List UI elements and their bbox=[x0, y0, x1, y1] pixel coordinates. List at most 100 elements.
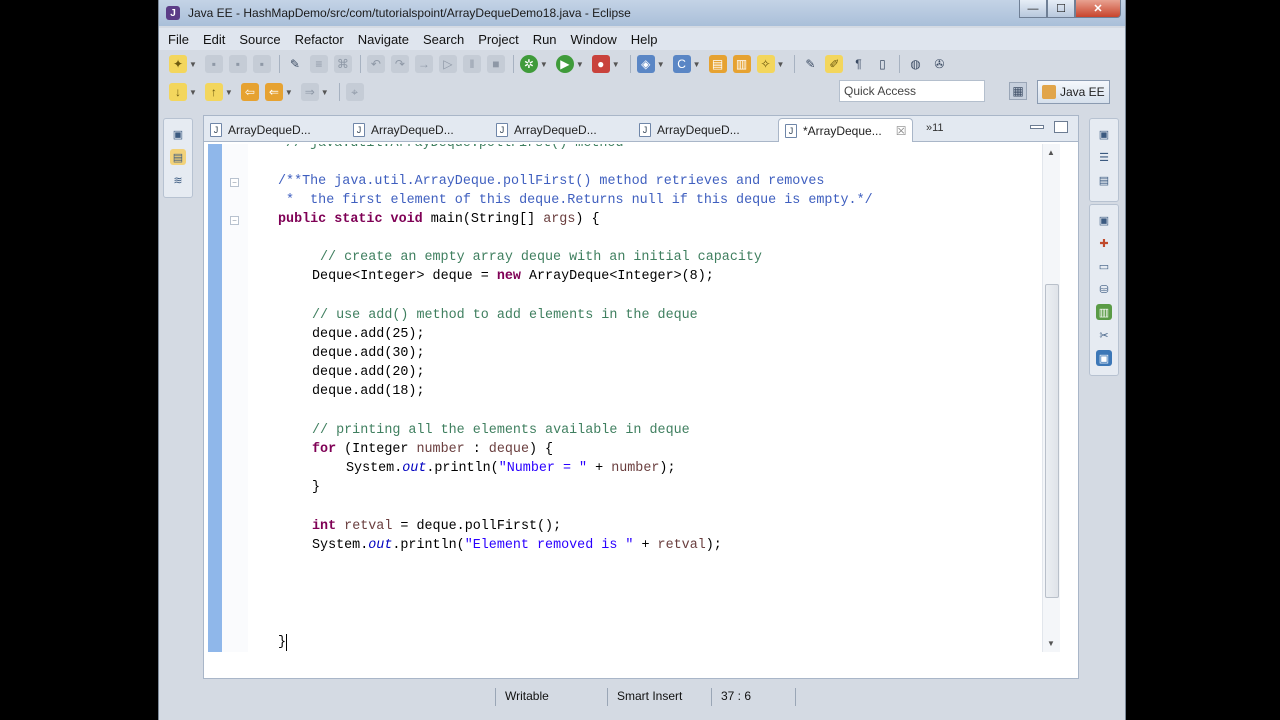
resume-icon[interactable]: ▷ bbox=[438, 55, 457, 73]
fold-toggle-icon[interactable]: − bbox=[230, 178, 239, 187]
back-dropdown-icon[interactable]: ▼ bbox=[285, 88, 293, 97]
editor-tab[interactable]: J ArrayDequeD... bbox=[353, 118, 454, 142]
menu-source[interactable]: Source bbox=[232, 32, 287, 47]
previous-annotation-dropdown-icon[interactable]: ▼ bbox=[225, 88, 233, 97]
new-server-icon[interactable]: ◈ bbox=[636, 55, 655, 73]
restore-icon[interactable]: ▣ bbox=[1096, 212, 1112, 228]
quick-access-input[interactable]: Quick Access bbox=[839, 80, 985, 102]
scrollbar-thumb[interactable] bbox=[1045, 284, 1059, 598]
forward-icon[interactable]: ⇒ bbox=[300, 83, 319, 101]
code-editor[interactable]: // java.util.ArrayDeque.pollFirst() meth… bbox=[278, 144, 1042, 652]
markers-icon[interactable]: ✚ bbox=[1096, 235, 1112, 251]
close-tab-icon[interactable]: ☒ bbox=[896, 124, 907, 138]
java-file-icon: J bbox=[210, 123, 222, 137]
menu-project[interactable]: Project bbox=[471, 32, 525, 47]
menu-file[interactable]: File bbox=[159, 32, 196, 47]
editor-tab[interactable]: J ArrayDequeD... bbox=[210, 118, 311, 142]
close-button[interactable]: ✕ bbox=[1075, 0, 1121, 18]
open-type-icon[interactable]: ▤ bbox=[708, 55, 727, 73]
type-hierarchy-icon[interactable]: ≋ bbox=[170, 172, 186, 188]
maximize-editor-icon[interactable] bbox=[1054, 121, 1068, 133]
search-dropdown-icon[interactable]: ▼ bbox=[777, 60, 785, 69]
status-separator bbox=[607, 688, 608, 706]
next-annotation-icon[interactable]: ↓ bbox=[169, 83, 187, 101]
debug-icon[interactable]: ✲ bbox=[519, 55, 538, 73]
vertical-scrollbar[interactable]: ▲ ▼ bbox=[1042, 144, 1060, 652]
java-file-icon: J bbox=[785, 123, 797, 138]
toggle-icon[interactable]: ⌘ bbox=[333, 55, 352, 73]
run-icon[interactable]: ▶ bbox=[555, 55, 574, 73]
menu-help[interactable]: Help bbox=[624, 32, 665, 47]
editor-tab-active[interactable]: J *ArrayDeque... ☒ bbox=[778, 118, 914, 142]
open-perspective-icon[interactable]: ▦ bbox=[1009, 82, 1027, 100]
snippets-icon[interactable]: ✂ bbox=[1096, 327, 1112, 343]
block-select-icon[interactable]: ▯ bbox=[873, 55, 891, 73]
external-tools-dropdown-icon[interactable]: ▼ bbox=[612, 60, 620, 69]
external-tools-icon[interactable]: ● bbox=[591, 55, 610, 73]
task-list-icon[interactable]: ▤ bbox=[1096, 172, 1112, 188]
editor-tab[interactable]: J ArrayDequeD... bbox=[639, 118, 740, 142]
last-edit-location-icon[interactable]: ⇦ bbox=[240, 83, 259, 101]
next-annotation-dropdown-icon[interactable]: ▼ bbox=[189, 88, 197, 97]
forward-dropdown-icon[interactable]: ▼ bbox=[321, 88, 329, 97]
globe-icon[interactable]: ◍ bbox=[906, 55, 924, 73]
java-ee-perspective-button[interactable]: Java EE bbox=[1037, 80, 1110, 104]
save-icon[interactable]: ▪ bbox=[204, 55, 223, 73]
new-java-class-dropdown-icon[interactable]: ▼ bbox=[693, 60, 701, 69]
menu-run[interactable]: Run bbox=[526, 32, 564, 47]
pin-editor-icon[interactable]: ⌖ bbox=[345, 83, 364, 101]
menu-navigate[interactable]: Navigate bbox=[351, 32, 416, 47]
new-dropdown-icon[interactable]: ▼ bbox=[189, 60, 197, 69]
toolbar-separator bbox=[512, 55, 514, 73]
properties-icon[interactable]: ▭ bbox=[1096, 258, 1112, 274]
outline-icon[interactable]: ☰ bbox=[1096, 149, 1112, 165]
menu-window[interactable]: Window bbox=[564, 32, 624, 47]
new-java-class-icon[interactable]: C bbox=[672, 55, 691, 73]
save-all-icon[interactable]: ▪ bbox=[228, 55, 247, 73]
menu-refactor[interactable]: Refactor bbox=[288, 32, 351, 47]
open-task-icon[interactable]: ▥ bbox=[732, 55, 751, 73]
back-icon[interactable]: ⇐ bbox=[264, 83, 283, 101]
menu-edit[interactable]: Edit bbox=[196, 32, 232, 47]
undo-icon[interactable]: ↶ bbox=[366, 55, 385, 73]
run-dropdown-icon[interactable]: ▼ bbox=[576, 60, 584, 69]
pin-icon[interactable]: ✇ bbox=[930, 55, 948, 73]
annotation-icon[interactable]: ✎ bbox=[801, 55, 819, 73]
eclipse-window: J Java EE - HashMapDemo/src/com/tutorial… bbox=[158, 0, 1126, 720]
code-line-println: System.out.println("Element removed is "… bbox=[312, 538, 722, 553]
new-icon[interactable]: ✦ bbox=[169, 55, 187, 73]
java-file-icon: J bbox=[496, 123, 508, 137]
editor-tab[interactable]: J ArrayDequeD... bbox=[496, 118, 597, 142]
suspend-icon[interactable]: ‖ bbox=[462, 55, 481, 73]
code-line-add: deque.add(25); bbox=[312, 327, 425, 342]
tab-overflow-indicator[interactable]: »11 bbox=[926, 122, 944, 134]
restore-icon[interactable]: ▣ bbox=[170, 126, 186, 142]
wrench-icon[interactable]: ✎ bbox=[286, 55, 304, 73]
data-source-icon[interactable]: ▥ bbox=[1096, 304, 1112, 320]
scroll-up-icon[interactable]: ▲ bbox=[1047, 148, 1055, 157]
scroll-down-icon[interactable]: ▼ bbox=[1047, 639, 1055, 648]
fold-toggle-icon[interactable]: − bbox=[230, 216, 239, 225]
console-icon[interactable]: ▣ bbox=[1096, 350, 1112, 366]
code-line-brace: } bbox=[312, 480, 321, 495]
highlight-icon[interactable]: ✐ bbox=[825, 55, 844, 73]
search-icon[interactable]: ✧ bbox=[756, 55, 775, 73]
redo-icon[interactable]: ↷ bbox=[390, 55, 409, 73]
previous-annotation-icon[interactable]: ↑ bbox=[204, 83, 223, 101]
terminate-icon[interactable]: ■ bbox=[486, 55, 505, 73]
maximize-button[interactable]: ☐ bbox=[1047, 0, 1075, 18]
servers-icon[interactable]: ⛁ bbox=[1096, 281, 1112, 297]
new-server-dropdown-icon[interactable]: ▼ bbox=[657, 60, 665, 69]
toolbar-separator bbox=[278, 55, 280, 73]
restore-icon[interactable]: ▣ bbox=[1096, 126, 1112, 142]
whitespace-icon[interactable]: ¶ bbox=[849, 55, 867, 73]
menu-search[interactable]: Search bbox=[416, 32, 471, 47]
package-explorer-icon[interactable]: ▤ bbox=[170, 149, 186, 165]
minimize-button[interactable]: — bbox=[1019, 0, 1047, 18]
format-icon[interactable]: ≡ bbox=[309, 55, 328, 73]
debug-dropdown-icon[interactable]: ▼ bbox=[540, 60, 548, 69]
java-file-icon: J bbox=[353, 123, 365, 137]
step-icon[interactable]: → bbox=[414, 55, 433, 73]
minimize-editor-icon[interactable] bbox=[1030, 125, 1044, 129]
print-icon[interactable]: ▪ bbox=[252, 55, 271, 73]
